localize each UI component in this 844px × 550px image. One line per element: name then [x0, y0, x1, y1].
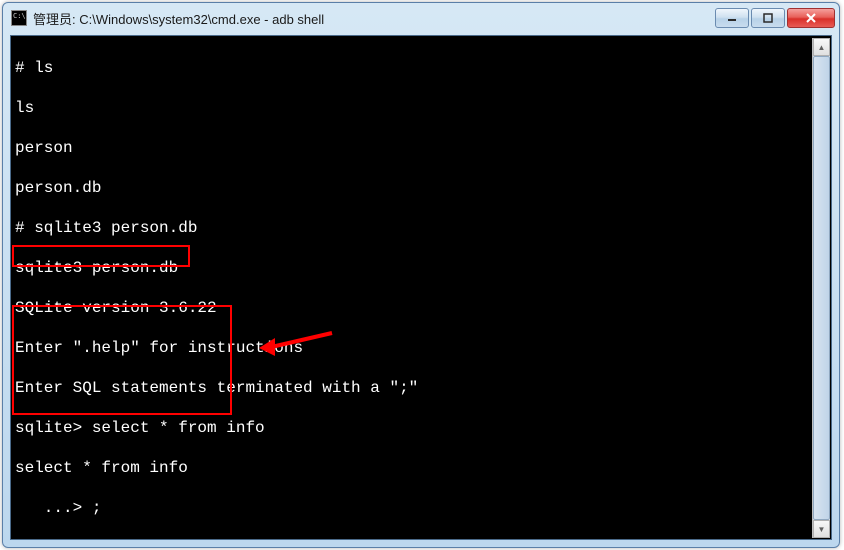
console-output: # ls ls person person.db # sqlite3 perso…	[11, 36, 831, 540]
console-area[interactable]: # ls ls person person.db # sqlite3 perso…	[10, 35, 832, 540]
window-controls	[713, 8, 835, 28]
console-line: sqlite3 person.db	[15, 258, 827, 278]
close-button[interactable]	[787, 8, 835, 28]
console-line: Enter ".help" for instructions	[15, 338, 827, 358]
maximize-button[interactable]	[751, 8, 785, 28]
minimize-button[interactable]	[715, 8, 749, 28]
cmd-window: 管理员: C:\Windows\system32\cmd.exe - adb s…	[2, 2, 840, 548]
console-line: # sqlite3 person.db	[15, 218, 827, 238]
console-line: person	[15, 138, 827, 158]
console-line: # ls	[15, 58, 827, 78]
window-title: 管理员: C:\Windows\system32\cmd.exe - adb s…	[33, 9, 713, 28]
console-line: Enter SQL statements terminated with a "…	[15, 378, 827, 398]
titlebar[interactable]: 管理员: C:\Windows\system32\cmd.exe - adb s…	[3, 3, 839, 33]
scroll-thumb[interactable]	[813, 56, 830, 520]
console-line: SQLite version 3.6.22	[15, 298, 827, 318]
console-line: sqlite> select * from info	[15, 418, 827, 438]
console-line: select * from info	[15, 458, 827, 478]
vertical-scrollbar[interactable]: ▲ ▼	[812, 38, 830, 538]
scroll-down-button[interactable]: ▼	[813, 520, 830, 538]
console-line: ls	[15, 98, 827, 118]
console-line: person.db	[15, 178, 827, 198]
console-line: ...> ;	[15, 498, 827, 518]
cmd-icon	[11, 10, 27, 26]
scroll-up-button[interactable]: ▲	[813, 38, 830, 56]
console-line: ;	[15, 538, 827, 540]
